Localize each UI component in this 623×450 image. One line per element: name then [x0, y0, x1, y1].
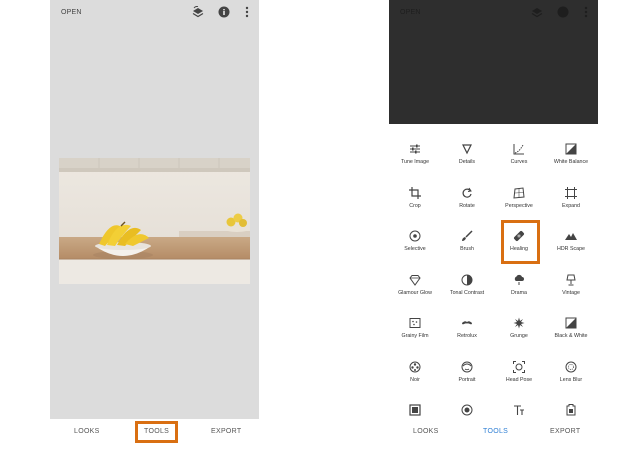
face-icon	[461, 361, 473, 373]
tab-tools[interactable]: TOOLS	[483, 428, 508, 435]
frame-icon	[409, 404, 421, 416]
sliders-icon	[410, 144, 420, 154]
target-icon	[409, 230, 421, 242]
tool-vintage[interactable]: Vintage	[545, 274, 597, 304]
layers-undo-icon[interactable]	[531, 6, 543, 18]
more-vert-icon[interactable]	[241, 6, 253, 18]
tool-text[interactable]	[493, 404, 545, 418]
tool-stamp[interactable]	[545, 404, 597, 418]
brush-icon	[462, 230, 473, 241]
head-pose-icon	[513, 361, 525, 373]
tool-black-white[interactable]: Black & White	[545, 317, 597, 347]
more-vert-icon[interactable]	[580, 6, 592, 18]
curves-icon	[513, 144, 524, 155]
bottom-tab-bar: LOOKS TOOLS EXPORT	[389, 419, 598, 446]
tool-hdr-scape[interactable]: HDR Scape	[545, 230, 597, 260]
editor-screen: OPEN LOOKS TOOLS EXPORT	[50, 0, 259, 446]
crop-icon	[409, 187, 421, 199]
film-reel-icon	[409, 361, 421, 373]
diamond-icon	[409, 275, 421, 286]
info-icon[interactable]	[557, 6, 569, 18]
open-button[interactable]: OPEN	[400, 9, 421, 16]
tool-rotate[interactable]: Rotate	[441, 187, 493, 217]
stamp-icon	[566, 404, 576, 416]
perspective-icon	[513, 187, 525, 199]
tool-selective[interactable]: Selective	[389, 230, 441, 260]
text-icon	[514, 405, 524, 415]
tool-grunge[interactable]: Grunge	[493, 317, 545, 347]
tool-drama[interactable]: Drama	[493, 274, 545, 304]
triangle-down-icon	[462, 144, 472, 155]
lens-blur-icon	[565, 361, 577, 373]
tool-perspective[interactable]: Perspective	[493, 187, 545, 217]
info-icon[interactable]	[218, 6, 230, 18]
bananas-in-bowl-kitchen-image	[59, 158, 250, 284]
tab-looks[interactable]: LOOKS	[74, 428, 100, 435]
tool-curves[interactable]: Curves	[493, 143, 545, 173]
tab-looks[interactable]: LOOKS	[413, 428, 439, 435]
image-preview-dimmed: OPEN	[389, 0, 598, 124]
lamp-icon	[566, 274, 576, 286]
layers-undo-icon[interactable]	[192, 6, 204, 18]
tool-white-balance[interactable]: White Balance	[545, 143, 597, 173]
tab-export[interactable]: EXPORT	[211, 428, 241, 435]
tool-expand[interactable]: Expand	[545, 187, 597, 217]
rotate-icon	[462, 187, 472, 198]
double-exposure-icon	[461, 404, 473, 416]
half-circle-icon	[461, 274, 473, 286]
cloud-rain-icon	[514, 274, 524, 285]
tool-lens-blur[interactable]: Lens Blur	[545, 361, 597, 391]
tool-retrolux[interactable]: Retrolux	[441, 317, 493, 347]
tool-grainy-film[interactable]: Grainy Film	[389, 317, 441, 347]
mustache-icon	[462, 321, 472, 325]
film-grain-icon	[409, 318, 421, 328]
white-balance-icon	[565, 143, 577, 155]
tool-tune-image[interactable]: Tune Image	[389, 143, 441, 173]
tool-brush[interactable]: Brush	[441, 230, 493, 260]
tool-head-pose[interactable]: Head Pose	[493, 361, 545, 391]
tool-portrait[interactable]: Portrait	[441, 361, 493, 391]
tool-crop[interactable]: Crop	[389, 187, 441, 217]
tool-frames[interactable]	[389, 404, 441, 418]
tool-glamour-glow[interactable]: Glamour Glow	[389, 274, 441, 304]
mountain-icon	[565, 233, 577, 240]
tool-noir[interactable]: Noir	[389, 361, 441, 391]
healing-tool-highlight	[501, 220, 540, 264]
black-white-icon	[565, 317, 577, 329]
tools-tab-highlight	[135, 421, 178, 443]
tools-screen: OPEN Tune Image Details Curves White Bal…	[389, 0, 598, 446]
expand-icon	[565, 187, 577, 199]
top-bar: OPEN	[50, 0, 259, 26]
tool-details[interactable]: Details	[441, 143, 493, 173]
open-button[interactable]: OPEN	[61, 9, 82, 16]
grunge-icon	[513, 317, 525, 329]
tool-double-exposure[interactable]	[441, 404, 493, 418]
tool-tonal-contrast[interactable]: Tonal Contrast	[441, 274, 493, 304]
tab-export[interactable]: EXPORT	[550, 428, 580, 435]
